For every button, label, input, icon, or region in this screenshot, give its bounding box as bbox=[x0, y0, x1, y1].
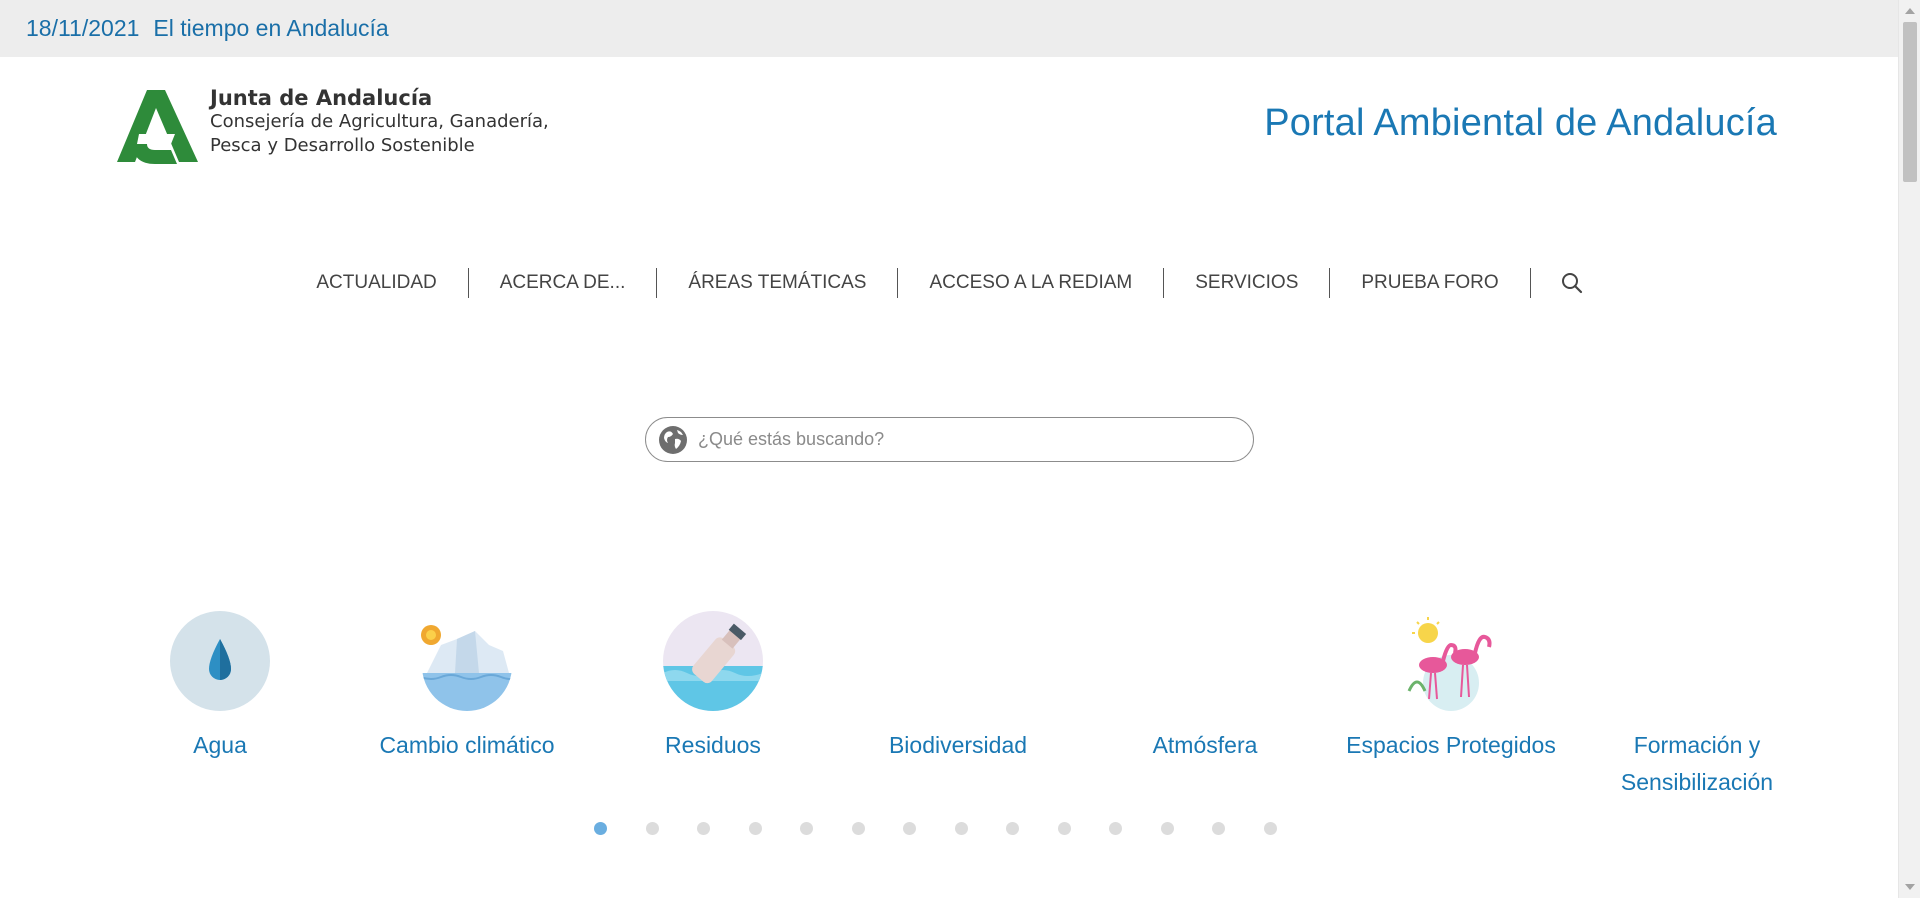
atmosfera-icon-placeholder bbox=[1155, 611, 1255, 711]
carousel-dot[interactable] bbox=[1160, 822, 1174, 835]
theme-agua[interactable]: Agua bbox=[105, 611, 335, 764]
theme-formacion-sensibilizacion[interactable]: Formación y Sensibilización bbox=[1582, 611, 1812, 801]
carousel-dot[interactable] bbox=[594, 822, 607, 835]
scrollbar-thumb[interactable] bbox=[1903, 22, 1917, 182]
carousel-dot[interactable] bbox=[954, 822, 968, 835]
theme-label-atmosfera: Atmósfera bbox=[1152, 732, 1258, 758]
search-icon bbox=[1561, 273, 1582, 294]
scroll-down-arrow-icon[interactable] bbox=[1905, 884, 1915, 890]
climate-change-icon bbox=[421, 621, 512, 711]
theme-label-formacion-sensibilizacion: Formación y Sensibilización bbox=[1620, 732, 1774, 795]
carousel-dot[interactable] bbox=[1263, 822, 1277, 835]
carousel-dot[interactable] bbox=[1109, 822, 1122, 835]
nav-item-prueba-foro[interactable]: PRUEBA FORO bbox=[1330, 268, 1531, 298]
nav-item-acceso-rediam[interactable]: ACCESO A LA REDIAM bbox=[898, 268, 1165, 298]
carousel-dot[interactable] bbox=[800, 822, 813, 835]
carousel-dot[interactable] bbox=[1057, 822, 1071, 835]
scrollbar[interactable] bbox=[1898, 0, 1920, 898]
biodiversidad-icon-placeholder bbox=[908, 611, 1008, 711]
theme-atmosfera[interactable]: Atmósfera bbox=[1090, 611, 1320, 764]
scroll-up-arrow-icon[interactable] bbox=[1905, 8, 1915, 14]
theme-label-agua: Agua bbox=[193, 732, 247, 758]
globe-icon bbox=[659, 425, 687, 454]
theme-label-cambio-climatico: Cambio climático bbox=[379, 732, 555, 758]
carousel-dot[interactable] bbox=[903, 822, 916, 835]
carousel-dot[interactable] bbox=[748, 822, 762, 835]
logo-subtitle-2: Pesca y Desarrollo Sostenible bbox=[210, 135, 475, 156]
nav-search-button[interactable] bbox=[1531, 272, 1613, 294]
carousel-dot[interactable] bbox=[851, 822, 865, 835]
top-bar: 18/11/2021 El tiempo en Andalucía bbox=[0, 0, 1898, 57]
weather-link[interactable]: El tiempo en Andalucía bbox=[153, 15, 388, 42]
formacion-icon-placeholder bbox=[1647, 611, 1747, 711]
nav-item-acerca-de[interactable]: ACERCA DE... bbox=[469, 268, 658, 298]
nav-item-areas-tematicas[interactable]: ÁREAS TEMÁTICAS bbox=[657, 268, 899, 298]
junta-andalucia-logo-icon bbox=[117, 90, 198, 164]
theme-espacios-protegidos[interactable]: Espacios Protegidos bbox=[1336, 611, 1566, 764]
theme-label-biodiversidad: Biodiversidad bbox=[888, 732, 1028, 758]
junta-logo[interactable]: Junta de Andalucía Consejería de Agricul… bbox=[115, 86, 549, 166]
carousel-dot[interactable] bbox=[697, 822, 710, 835]
search-input[interactable] bbox=[696, 428, 1236, 451]
carousel-pagination bbox=[594, 822, 1315, 835]
flamingo-icon bbox=[1407, 617, 1492, 711]
waste-bottle-icon bbox=[663, 611, 763, 711]
nav-item-actualidad[interactable]: ACTUALIDAD bbox=[285, 268, 469, 298]
carousel-dot[interactable] bbox=[645, 822, 659, 835]
theme-residuos[interactable]: Residuos bbox=[598, 611, 828, 764]
theme-biodiversidad[interactable]: Biodiversidad bbox=[843, 611, 1073, 764]
portal-title[interactable]: Portal Ambiental de Andalucía bbox=[1264, 102, 1777, 145]
nav-item-servicios[interactable]: SERVICIOS bbox=[1164, 268, 1331, 298]
search-bar bbox=[645, 417, 1254, 462]
current-date: 18/11/2021 bbox=[26, 15, 140, 41]
logo-subtitle-1: Consejería de Agricultura, Ganadería, bbox=[210, 111, 549, 132]
main-nav: ACTUALIDAD ACERCA DE... ÁREAS TEMÁTICAS … bbox=[0, 268, 1898, 298]
logo-title: Junta de Andalucía bbox=[210, 86, 433, 110]
theme-label-residuos: Residuos bbox=[665, 732, 761, 758]
carousel-dot[interactable] bbox=[1006, 822, 1019, 835]
water-drop-icon bbox=[170, 611, 270, 711]
carousel-dot[interactable] bbox=[1212, 822, 1225, 835]
theme-cambio-climatico[interactable]: Cambio climático bbox=[352, 611, 582, 764]
theme-label-espacios-protegidos: Espacios Protegidos bbox=[1346, 732, 1556, 758]
